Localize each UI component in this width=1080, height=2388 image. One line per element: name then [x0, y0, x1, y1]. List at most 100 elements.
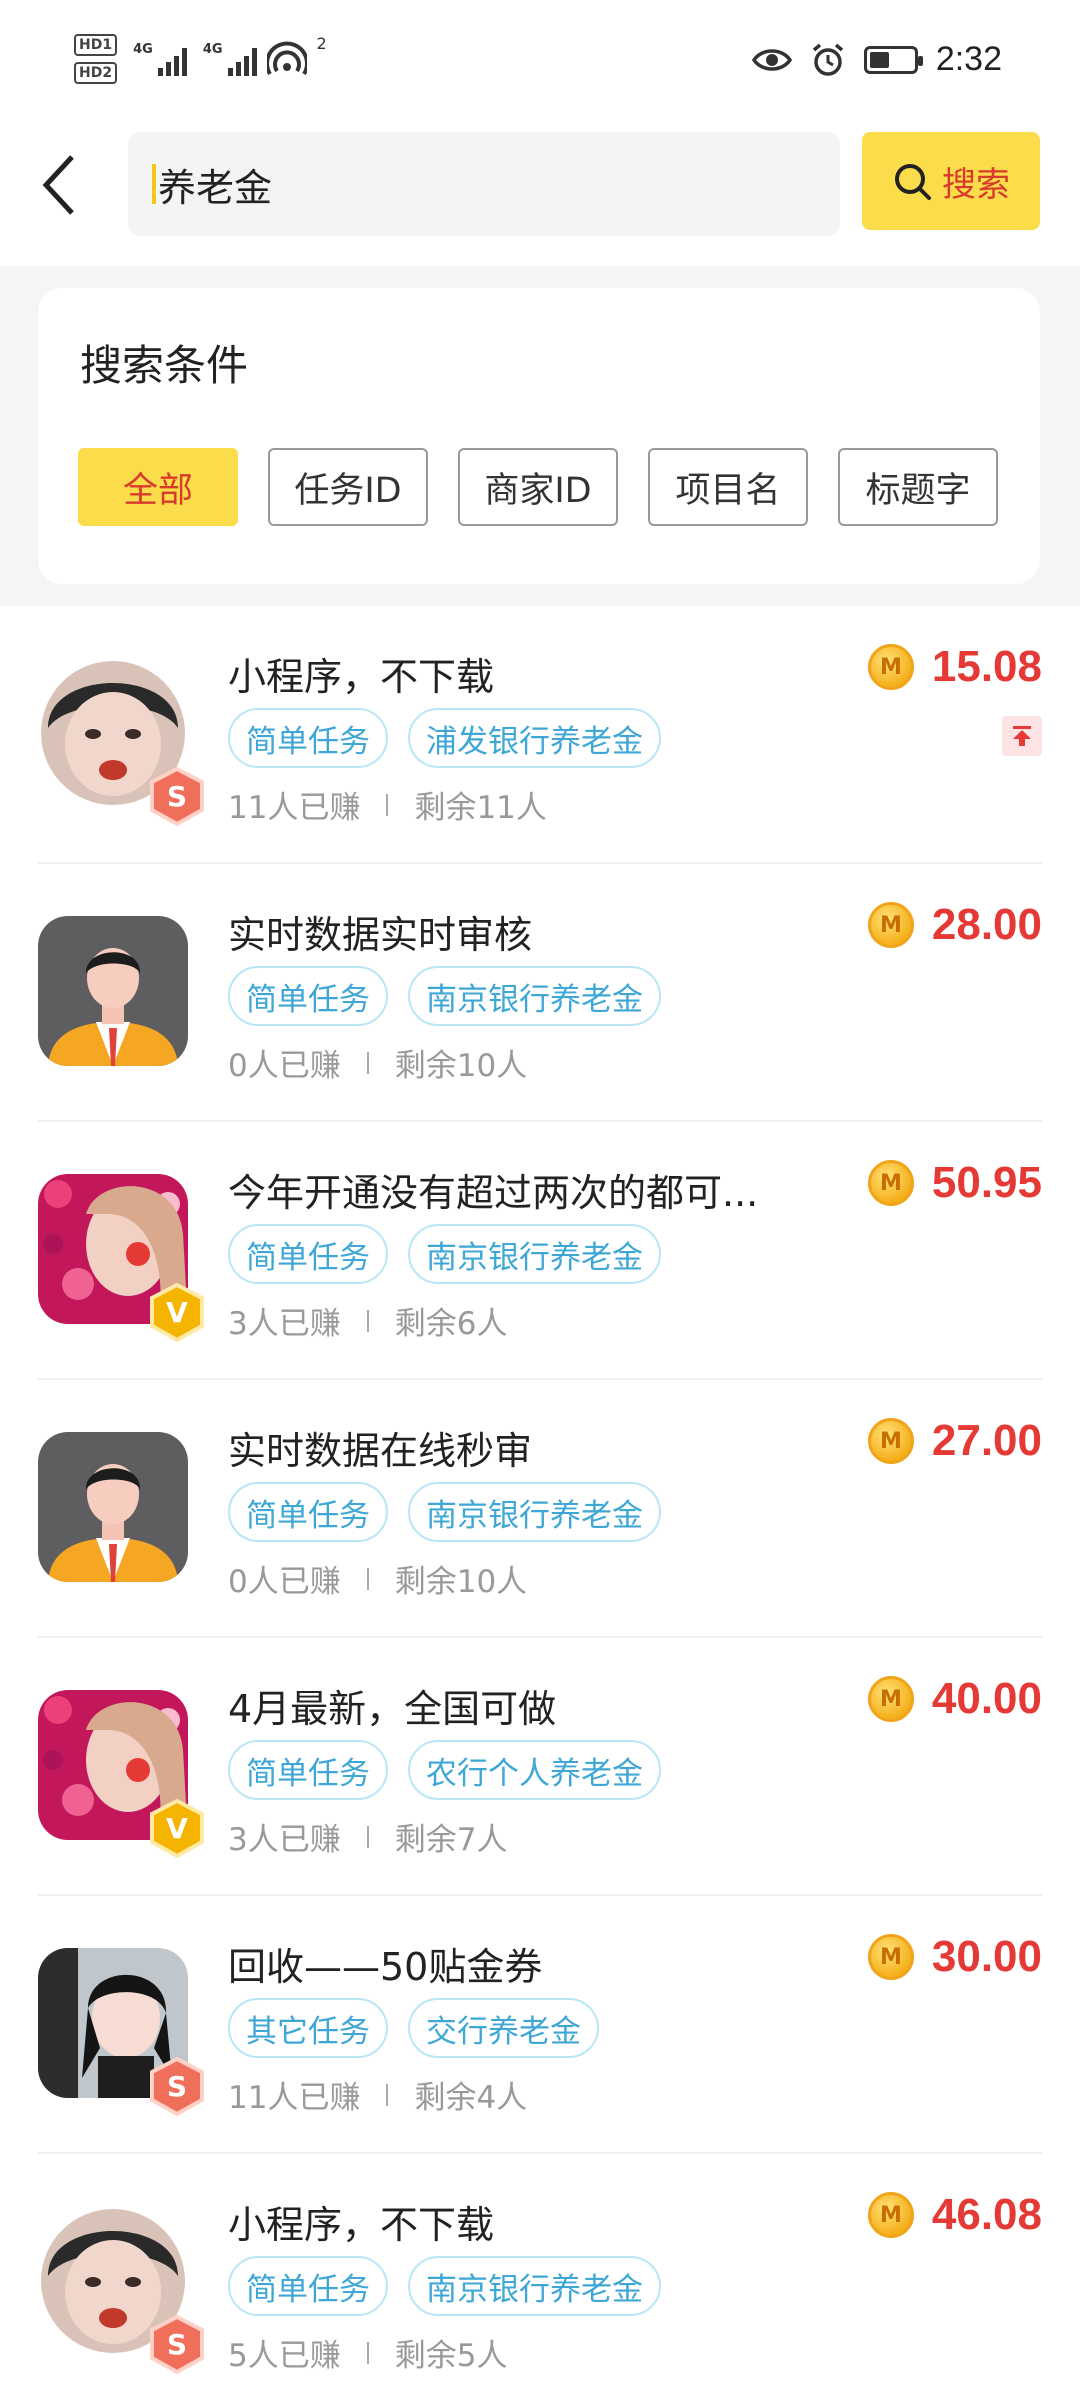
task-meta: 0人已赚 剩余10人: [228, 1040, 527, 1085]
level-badge-icon: V: [150, 1798, 204, 1859]
svg-text:S: S: [167, 780, 187, 813]
search-input[interactable]: [157, 162, 840, 206]
project-tag: 浦发银行养老金: [408, 708, 661, 768]
project-tag: 农行个人养老金: [408, 1740, 661, 1800]
coin-icon: M: [867, 902, 914, 948]
hotspot-icon: [266, 41, 307, 76]
project-tag: 南京银行养老金: [408, 1482, 661, 1542]
task-type-tag: 简单任务: [228, 1482, 388, 1542]
task-list: S 小程序，不下载 简单任务 浦发银行养老金 11人已赚 剩余11人 M 15.…: [0, 606, 1080, 2388]
reward-amount: 30.00: [931, 1932, 1042, 1981]
search-button[interactable]: 搜索: [862, 132, 1040, 230]
text-caret: [152, 164, 156, 204]
project-tag: 南京银行养老金: [408, 1224, 661, 1284]
remaining-count: 剩余10人: [394, 1048, 528, 1084]
task-title: 实时数据在线秒审: [228, 1429, 533, 1473]
task-title: 今年开通没有超过两次的都可...: [228, 1171, 759, 1215]
battery-level: [869, 51, 889, 68]
task-item[interactable]: S 小程序，不下载 简单任务 浦发银行养老金 11人已赚 剩余11人 M 15.…: [38, 606, 1042, 864]
signal-icon-1: 4G: [133, 42, 187, 76]
avatar-man-default: [38, 1432, 188, 1582]
task-item[interactable]: V 4月最新，全国可做 简单任务 农行个人养老金 3人已赚 剩余7人 M 40.…: [38, 1638, 1042, 1896]
meta-divider: [366, 1567, 369, 1590]
level-badge-icon: S: [150, 2314, 204, 2375]
reward-amount: 50.95: [931, 1158, 1042, 1207]
hd2-badge: HD2: [74, 62, 118, 84]
status-right: 2:32: [751, 40, 1002, 79]
reward: M 30.00: [867, 1932, 1042, 1982]
task-item[interactable]: 实时数据实时审核 简单任务 南京银行养老金 0人已赚 剩余10人 M 28.00: [38, 864, 1042, 1122]
task-tags: 其它任务 交行养老金: [228, 1998, 599, 2058]
chip-all[interactable]: 全部: [78, 448, 238, 526]
task-tags: 简单任务 南京银行养老金: [228, 966, 661, 1026]
task-item[interactable]: S 回收——50贴金券 其它任务 交行养老金 11人已赚 剩余4人 M 30.0…: [38, 1896, 1042, 2154]
chip-merchant-id[interactable]: 商家ID: [458, 448, 618, 526]
coin-icon: M: [867, 1418, 914, 1464]
svg-text:S: S: [167, 2328, 187, 2361]
remaining-count: 剩余11人: [414, 790, 547, 826]
project-tag: 南京银行养老金: [408, 2256, 661, 2316]
reward: M 27.00: [867, 1416, 1042, 1466]
coin-icon: M: [867, 2192, 914, 2238]
task-type-tag: 简单任务: [228, 708, 388, 768]
task-tags: 简单任务 南京银行养老金: [228, 1482, 661, 1542]
task-title: 小程序，不下载: [228, 2203, 495, 2247]
chip-title-text[interactable]: 标题字: [838, 448, 998, 526]
reward: M 50.95: [867, 1158, 1042, 1208]
meta-divider: [366, 2341, 369, 2364]
task-meta: 11人已赚 剩余11人: [228, 782, 547, 827]
search-icon: [895, 164, 931, 200]
meta-divider: [366, 1051, 369, 1074]
task-item[interactable]: 实时数据在线秒审 简单任务 南京银行养老金 0人已赚 剩余10人 M 27.00: [38, 1380, 1042, 1638]
task-type-tag: 其它任务: [228, 1998, 388, 2058]
network-type-1: 4G: [133, 42, 153, 57]
status-bar: HD1 HD2 4G 4G 2 2:32: [0, 0, 1080, 120]
earned-count: 0人已赚: [228, 1564, 341, 1600]
search-box[interactable]: [128, 132, 840, 236]
meta-divider: [366, 1309, 369, 1332]
hd1-badge: HD1: [74, 34, 118, 56]
coin-icon: M: [867, 1676, 914, 1722]
task-title: 实时数据实时审核: [228, 913, 533, 957]
signal-icon-2: 4G: [203, 42, 257, 76]
pin-top-icon: [1002, 716, 1042, 756]
reward-amount: 28.00: [931, 900, 1042, 949]
reward-amount: 46.08: [931, 2190, 1042, 2239]
earned-count: 11人已赚: [228, 2080, 361, 2116]
svg-text:S: S: [167, 2070, 187, 2103]
task-tags: 简单任务 南京银行养老金: [228, 1224, 661, 1284]
task-title: 4月最新，全国可做: [228, 1687, 557, 1731]
reward: M 15.08: [867, 642, 1042, 692]
chip-task-id[interactable]: 任务ID: [268, 448, 428, 526]
back-button[interactable]: [30, 150, 90, 220]
earned-count: 5人已赚: [228, 2338, 341, 2374]
alarm-icon: [812, 43, 843, 76]
task-meta: 3人已赚 剩余7人: [228, 1814, 507, 1859]
project-tag: 南京银行养老金: [408, 966, 661, 1026]
task-tags: 简单任务 农行个人养老金: [228, 1740, 661, 1800]
task-title: 小程序，不下载: [228, 655, 495, 699]
search-button-label: 搜索: [942, 165, 1010, 204]
remaining-count: 剩余5人: [394, 2338, 508, 2374]
hotspot-count: 2: [316, 34, 327, 53]
task-item[interactable]: S 小程序，不下载 简单任务 南京银行养老金 5人已赚 剩余5人 M 46.08: [38, 2154, 1042, 2388]
chip-project-name[interactable]: 项目名: [648, 448, 808, 526]
reward-amount: 15.08: [931, 642, 1042, 691]
search-conditions-card: 搜索条件 全部 任务ID 商家ID 项目名 标题字: [38, 288, 1040, 584]
clock-time: 2:32: [935, 40, 1002, 78]
task-tags: 简单任务 南京银行养老金: [228, 2256, 661, 2316]
level-badge-icon: S: [150, 2056, 204, 2117]
task-item[interactable]: V 今年开通没有超过两次的都可... 简单任务 南京银行养老金 3人已赚 剩余6…: [38, 1122, 1042, 1380]
meta-divider: [386, 793, 389, 816]
task-type-tag: 简单任务: [228, 2256, 388, 2316]
coin-icon: M: [867, 644, 914, 690]
earned-count: 3人已赚: [228, 1306, 341, 1342]
task-type-tag: 简单任务: [228, 1740, 388, 1800]
remaining-count: 剩余7人: [394, 1822, 508, 1858]
hd-indicators: HD1 HD2: [74, 34, 118, 84]
reward-amount: 40.00: [931, 1674, 1042, 1723]
battery-icon: [863, 45, 923, 74]
reward: M 28.00: [867, 900, 1042, 950]
chevron-left-icon: [42, 155, 74, 215]
network-type-2: 4G: [202, 42, 223, 57]
